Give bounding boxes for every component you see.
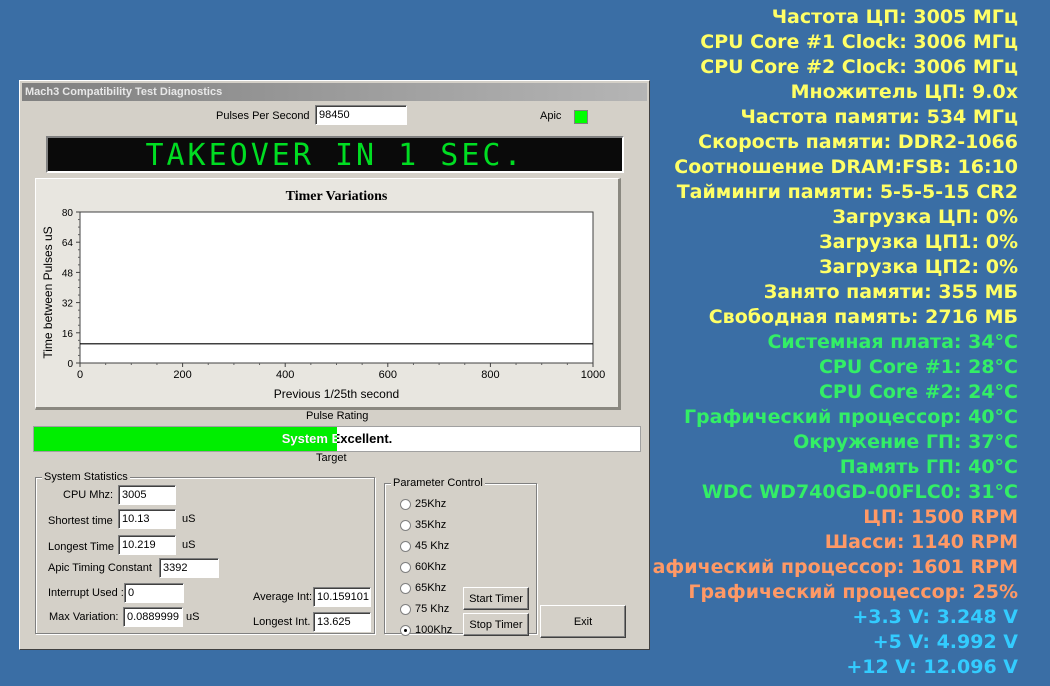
pulse-rating-text-inverse: System Excellent. <box>281 431 337 446</box>
overlay-line: афический процессор: 1601 RPM <box>652 556 1018 578</box>
overlay-line: ЦП: 1500 RPM <box>863 506 1018 528</box>
shortest-time-unit: uS <box>182 513 196 525</box>
overlay-line: Окружение ГП: 37°C <box>793 431 1018 453</box>
frequency-option-label: 35Khz <box>415 519 447 531</box>
average-int-label: Average Int: <box>253 591 313 603</box>
apic-timing-constant-field[interactable]: 3392 <box>159 558 219 578</box>
overlay-line: Частота ЦП: 3005 МГц <box>771 6 1018 28</box>
shortest-time-field[interactable]: 10.13 <box>118 509 176 529</box>
cpu-mhz-label: CPU Mhz: <box>63 489 114 501</box>
overlay-line: Скорость памяти: DDR2-1066 <box>698 131 1018 153</box>
svg-text:TAKEOVER IN 1 SEC.: TAKEOVER IN 1 SEC. <box>145 138 524 171</box>
frequency-option-label: 45 Khz <box>415 540 450 552</box>
overlay-line: Загрузка ЦП1: 0% <box>819 231 1018 253</box>
frequency-radio[interactable] <box>400 499 411 510</box>
longest-time-unit: uS <box>182 539 196 551</box>
frequency-option-label: 75 Khz <box>415 603 450 615</box>
y-tick-label: 64 <box>62 238 74 249</box>
overlay-line: Множитель ЦП: 9.0x <box>790 81 1018 103</box>
y-tick-label: 48 <box>62 268 74 279</box>
overlay-line: WDC WD740GD-00FLC0: 31°C <box>701 481 1018 503</box>
hardware-monitor-overlay: Частота ЦП: 3005 МГц CPU Core #1 Clock: 3… <box>653 5 1018 680</box>
frequency-radio[interactable] <box>400 583 411 594</box>
pulses-per-second-field[interactable]: 98450 <box>315 105 407 125</box>
x-tick-label: 0 <box>77 369 83 381</box>
frequency-radio[interactable] <box>400 520 411 531</box>
frequency-option-label: 25Khz <box>415 498 447 510</box>
led-display: TAKEOVER IN 1 SEC. <box>46 136 624 173</box>
x-axis-label: Previous 1/25th second <box>274 387 399 401</box>
overlay-line: +3.3 V: 3.248 V <box>852 606 1018 628</box>
overlay-line: Графический процессор: 25% <box>688 581 1018 603</box>
stop-timer-button[interactable]: Stop Timer <box>463 613 529 636</box>
frequency-radio[interactable] <box>400 604 411 615</box>
y-tick-label: 80 <box>62 208 74 219</box>
x-tick-label: 800 <box>481 369 499 381</box>
x-tick-label: 1000 <box>581 369 605 381</box>
overlay-line: Частота памяти: 534 МГц <box>740 106 1018 128</box>
frequency-radio[interactable] <box>400 541 411 552</box>
overlay-line: +12 V: 12.096 V <box>846 656 1018 678</box>
overlay-line: Системная плата: 34°C <box>767 331 1018 353</box>
interrupt-used-label: Interrupt Used : <box>48 587 124 599</box>
x-tick-label: 400 <box>276 369 294 381</box>
longest-time-label: Longest Time <box>48 541 115 553</box>
window-title[interactable]: Mach3 Compatibility Test Diagnostics <box>22 83 647 101</box>
x-tick-label: 600 <box>379 369 397 381</box>
x-tick-label: 200 <box>173 369 191 381</box>
shortest-time-label: Shortest time <box>48 515 113 527</box>
frequency-option-label: 60Khz <box>415 561 447 573</box>
overlay-line: Графический процессор: 40°C <box>683 406 1018 428</box>
apic-indicator <box>574 110 588 124</box>
overlay-line: Загрузка ЦП: 0% <box>832 206 1018 228</box>
timer-variations-chart: Timer Variations 0 200 400 600 800 1000 0 16 32 48… <box>35 178 621 410</box>
apic-timing-constant-label: Apic Timing Constant <box>48 562 152 574</box>
max-variation-field[interactable]: 0.0889999 <box>123 607 183 627</box>
frequency-option-label: 100Khz <box>415 624 453 636</box>
pulse-rating-bar: System Excellent. System Excellent. <box>33 426 641 452</box>
start-timer-button[interactable]: Start Timer <box>463 587 529 610</box>
pulse-rating-label: Pulse Rating <box>306 410 369 422</box>
overlay-line: CPU Core #1: 28°C <box>818 356 1018 378</box>
longest-int-field[interactable]: 13.625 <box>313 612 371 632</box>
overlay-line: Шасси: 1140 RPM <box>824 531 1018 553</box>
led-display-text: TAKEOVER IN 1 SEC. <box>145 138 524 173</box>
overlay-line: Соотношение DRAM:FSB: 16:10 <box>674 156 1018 178</box>
y-tick-label: 0 <box>67 359 73 370</box>
frequency-radio[interactable] <box>400 562 411 573</box>
diagnostics-window: Mach3 Compatibility Test Diagnostics Pul… <box>19 80 650 650</box>
overlay-line: Свободная память: 2716 МБ <box>708 306 1018 328</box>
parameter-control-title: Parameter Control <box>391 477 485 489</box>
chart-title: Timer Variations <box>286 189 388 204</box>
cpu-mhz-field[interactable]: 3005 <box>118 485 176 505</box>
overlay-line: Занято памяти: 355 МБ <box>763 281 1018 303</box>
overlay-line: CPU Core #2 Clock: 3006 МГц <box>700 56 1018 78</box>
overlay-line: +5 V: 4.992 V <box>872 631 1018 653</box>
apic-label: Apic <box>540 110 562 122</box>
longest-int-label: Longest Int. <box>253 616 311 628</box>
pulses-per-second-label: Pulses Per Second <box>216 110 310 122</box>
overlay-line: CPU Core #2: 24°C <box>818 381 1018 403</box>
longest-time-field[interactable]: 10.219 <box>118 535 176 555</box>
overlay-line: CPU Core #1 Clock: 3006 МГц <box>700 31 1018 53</box>
frequency-radio[interactable] <box>400 625 411 636</box>
max-variation-label: Max Variation: <box>49 611 119 623</box>
overlay-line: Загрузка ЦП2: 0% <box>819 256 1018 278</box>
overlay-line: Тайминги памяти: 5-5-5-15 CR2 <box>676 181 1018 203</box>
max-variation-unit: uS <box>186 611 200 623</box>
exit-button[interactable]: Exit <box>540 605 626 638</box>
plot-area <box>79 211 594 364</box>
interrupt-used-field[interactable]: 0 <box>124 583 184 603</box>
overlay-line: Память ГП: 40°C <box>839 456 1018 478</box>
system-statistics-title: System Statistics <box>42 471 130 483</box>
average-int-field[interactable]: 10.159101 <box>313 587 371 607</box>
y-axis-label: Time between Pulses uS <box>41 226 55 358</box>
y-tick-label: 32 <box>62 299 74 310</box>
pulse-rating-text-overlay: System Excellent. <box>34 427 337 451</box>
target-label: Target <box>316 452 347 464</box>
chart-svg: Timer Variations 0 200 400 600 800 1000 0 16 32 48… <box>41 189 605 401</box>
frequency-option-label: 65Khz <box>415 582 447 594</box>
y-tick-label: 16 <box>62 329 74 340</box>
